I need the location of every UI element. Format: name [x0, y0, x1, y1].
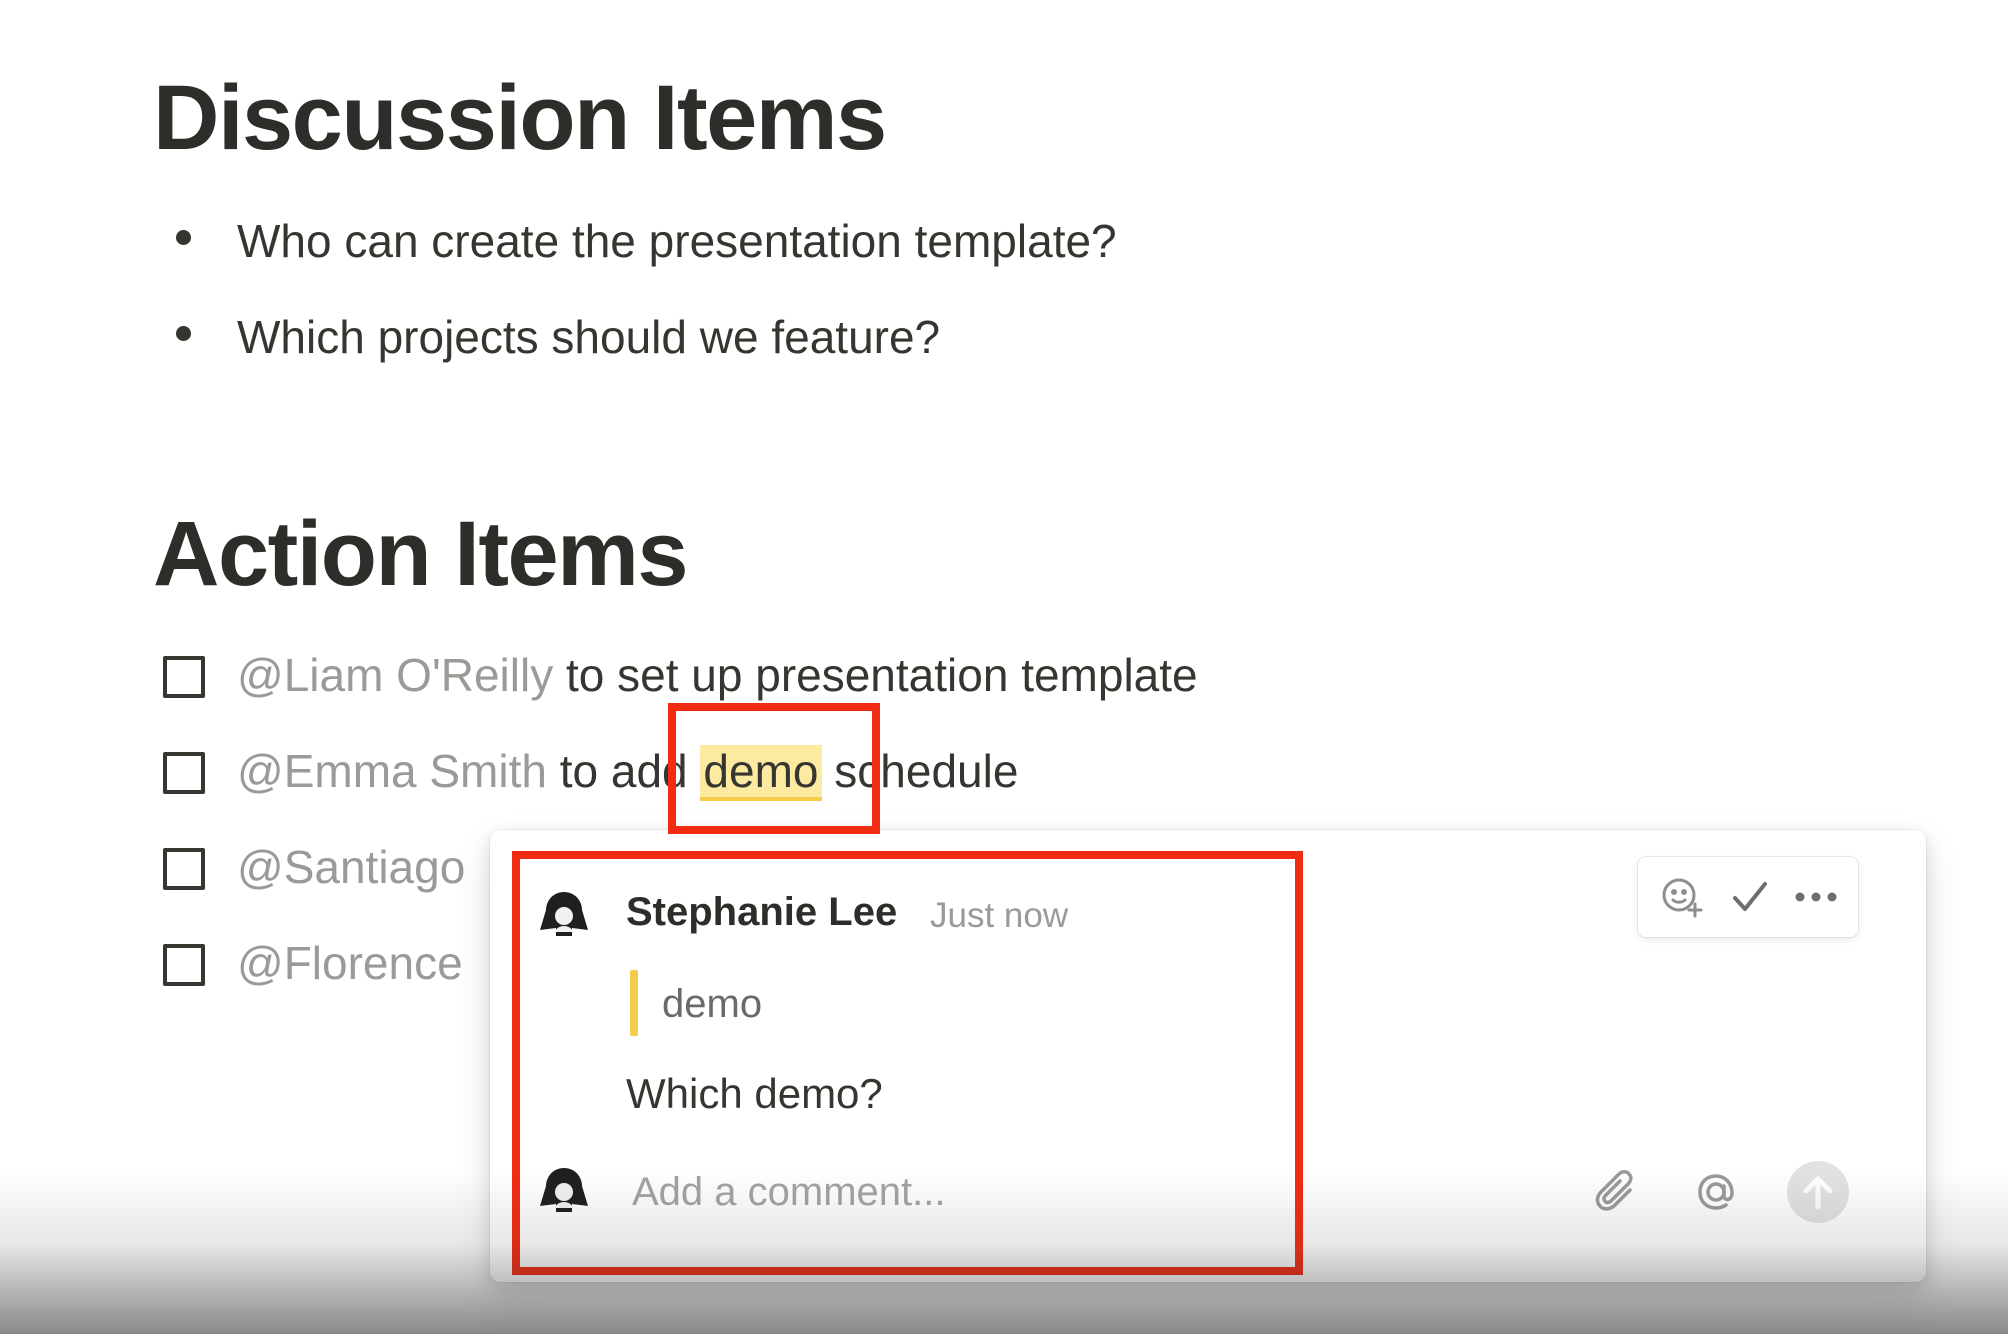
todo-text-before: to add — [546, 745, 701, 797]
comment-author[interactable]: Stephanie Lee — [626, 890, 897, 935]
add-reaction-icon[interactable] — [1656, 871, 1708, 923]
mention-icon[interactable] — [1688, 1164, 1744, 1220]
commented-highlight[interactable]: demo — [700, 745, 822, 801]
quote-bar — [630, 970, 638, 1036]
author-avatar[interactable] — [534, 884, 594, 944]
comment-popup: Stephanie Lee Just now demo Which demo? — [490, 830, 1926, 1282]
notion-page: Discussion Items Who can create the pres… — [0, 0, 2008, 1334]
heading-action-items: Action Items — [153, 503, 689, 605]
send-arrow-icon[interactable] — [1786, 1160, 1850, 1224]
more-options-icon[interactable] — [1790, 871, 1842, 923]
user-mention[interactable]: @Emma Smith — [237, 745, 547, 797]
todo-text-body: to set up presentation template — [553, 649, 1198, 701]
current-user-avatar — [534, 1160, 594, 1220]
user-mention[interactable]: @Florence — [237, 937, 463, 989]
bullet-dot-icon — [176, 230, 191, 245]
todo-checkbox[interactable] — [163, 656, 205, 698]
todo-text[interactable]: @Santiago — [237, 844, 465, 890]
todo-text-after: schedule — [821, 745, 1019, 797]
todo-text[interactable]: @Emma Smith to add demo schedule — [237, 745, 1019, 801]
add-comment-input[interactable] — [632, 1164, 1432, 1220]
bullet-dot-icon — [176, 326, 191, 341]
todo-text[interactable]: @Liam O'Reilly to set up presentation te… — [237, 652, 1198, 698]
bullet-text: Which projects should we feature? — [237, 311, 941, 363]
comment-timestamp: Just now — [930, 896, 1069, 935]
heading-discussion-items: Discussion Items — [153, 67, 887, 169]
resolve-check-icon[interactable] — [1724, 871, 1776, 923]
user-mention[interactable]: @Liam O'Reilly — [237, 649, 553, 701]
attachment-icon[interactable] — [1590, 1164, 1646, 1220]
user-mention[interactable]: @Santiago — [237, 841, 465, 893]
todo-checkbox[interactable] — [163, 944, 205, 986]
bullet-text: Who can create the presentation template… — [237, 215, 1117, 267]
todo-text[interactable]: @Florence — [237, 940, 463, 986]
quoted-text[interactable]: demo — [662, 982, 762, 1027]
comment-toolbar — [1638, 857, 1858, 937]
todo-checkbox[interactable] — [163, 752, 205, 794]
comment-body: Which demo? — [626, 1070, 883, 1117]
todo-checkbox[interactable] — [163, 848, 205, 890]
